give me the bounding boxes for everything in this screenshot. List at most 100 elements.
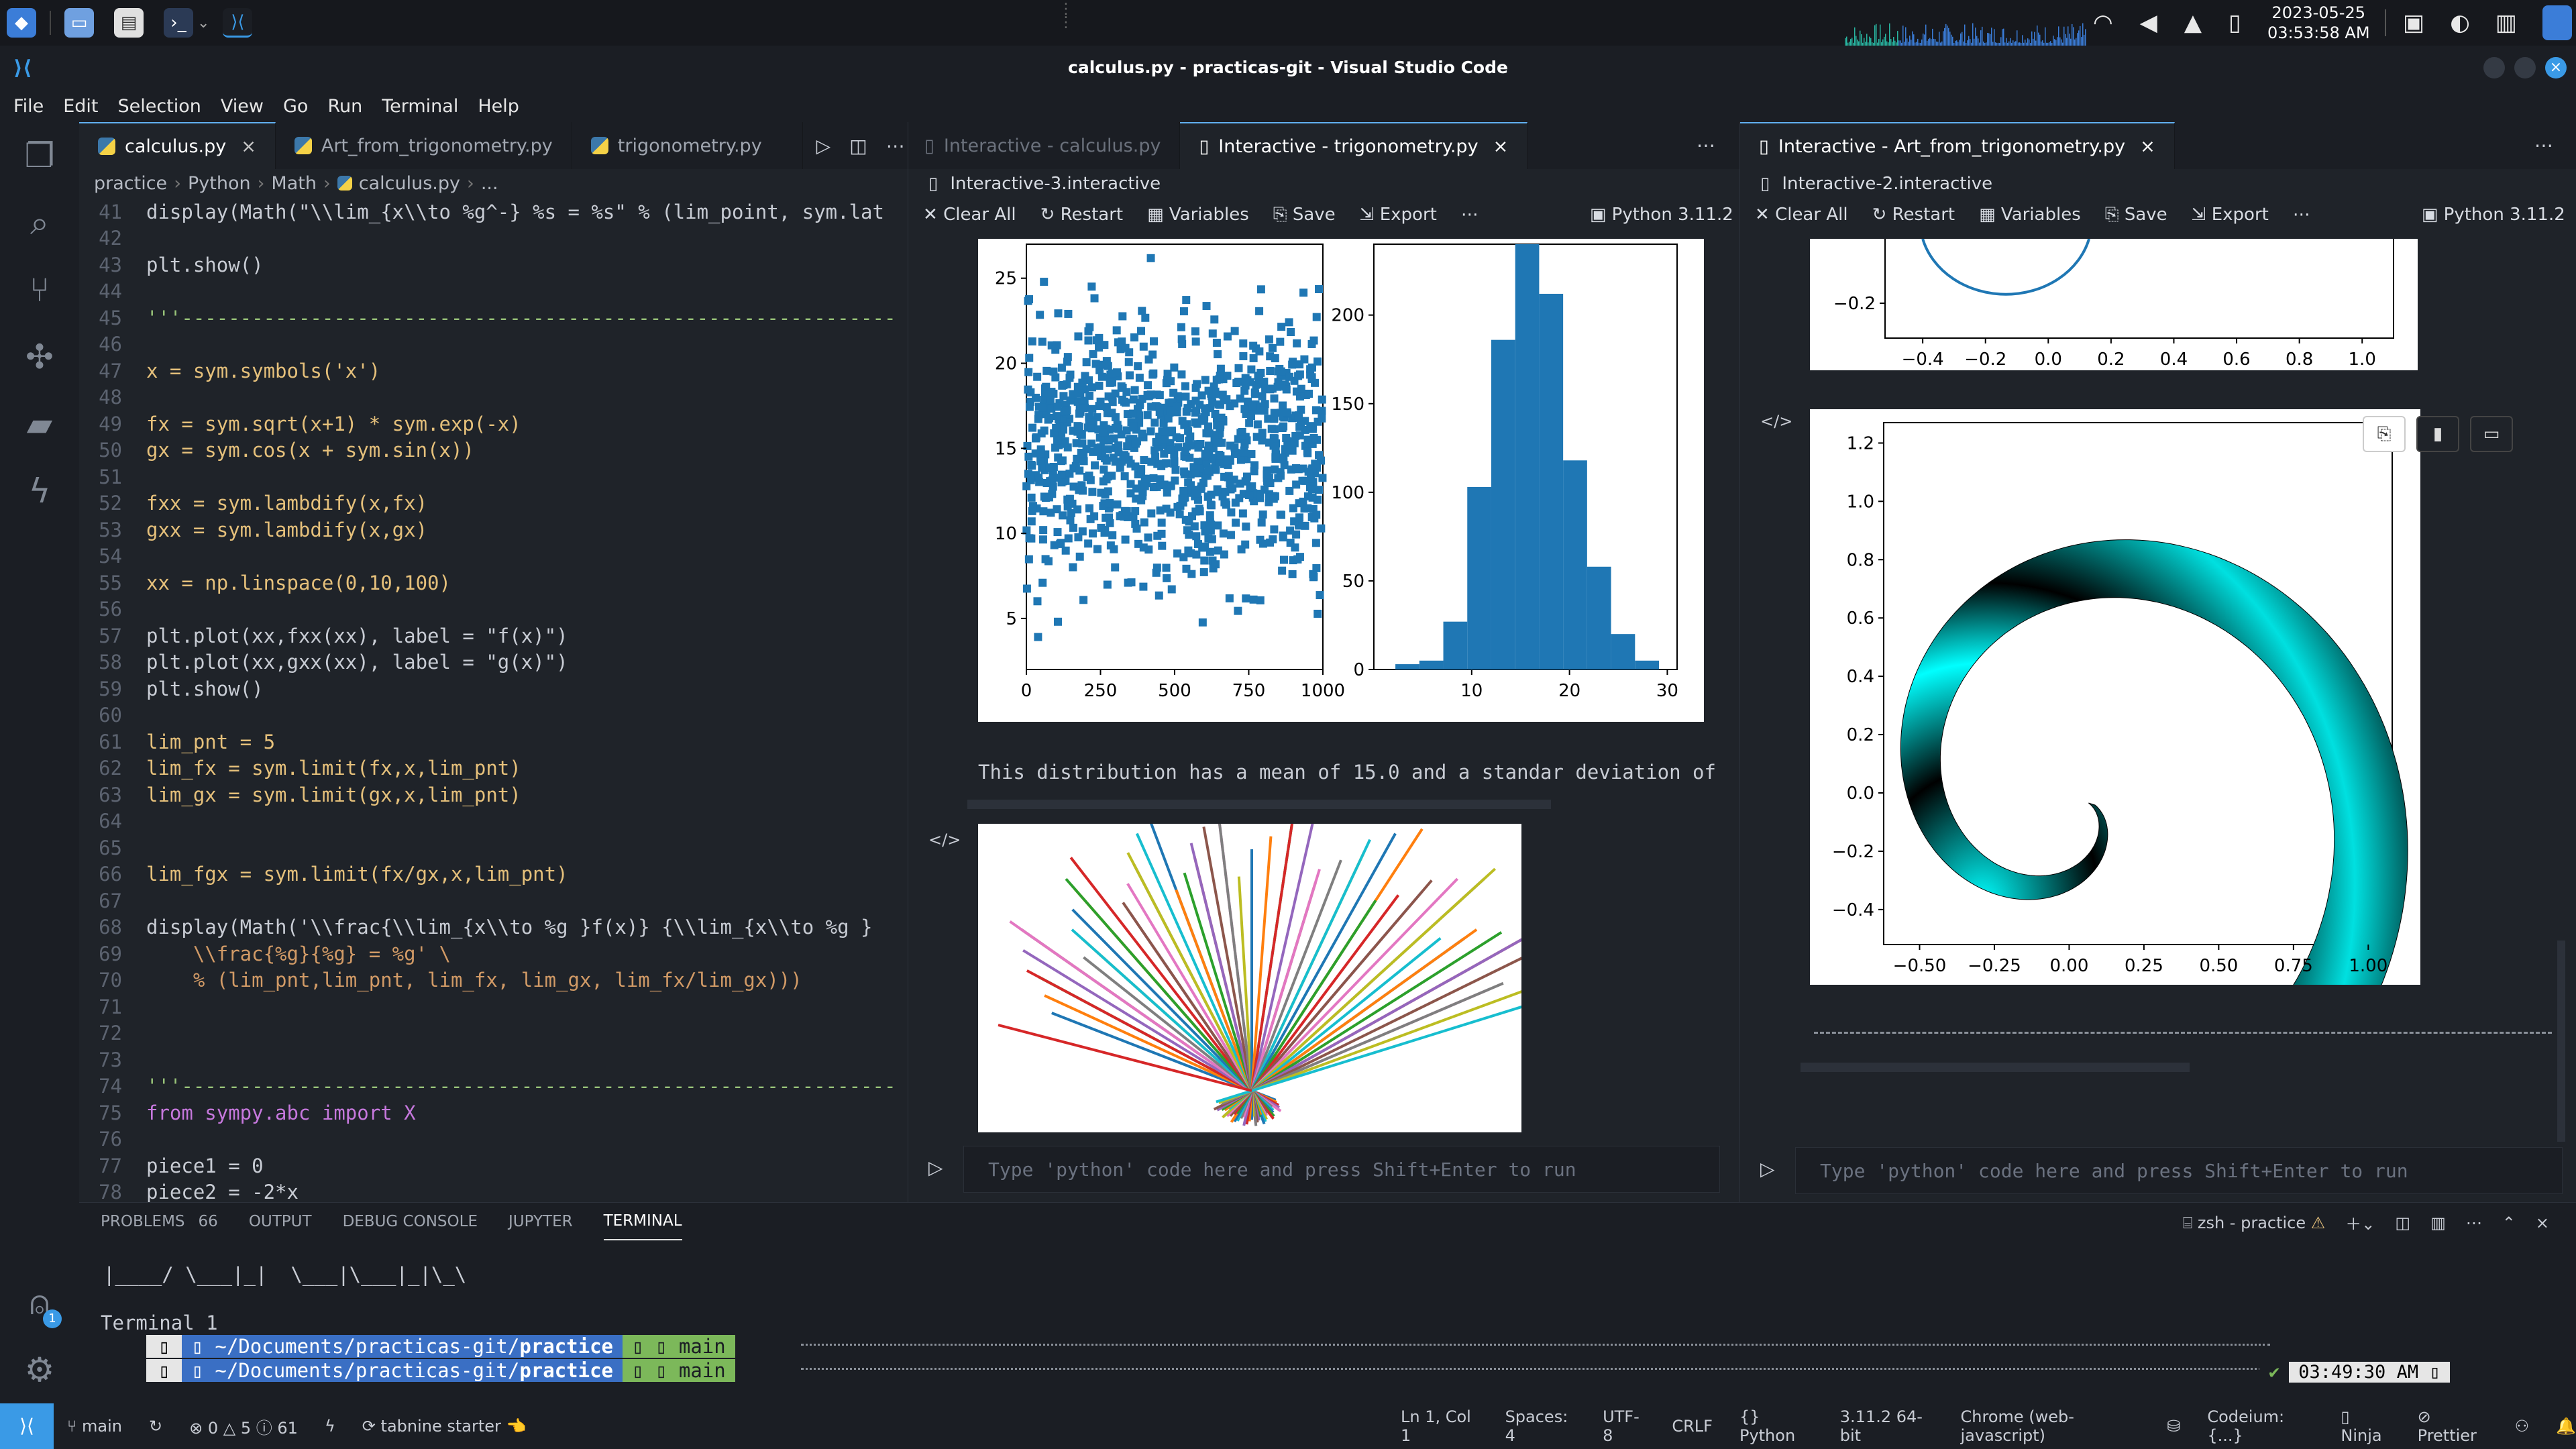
more-actions-icon[interactable]: ⋯ bbox=[886, 135, 905, 157]
close-panel-icon[interactable]: × bbox=[2536, 1214, 2549, 1232]
line-ending[interactable]: CRLF bbox=[1672, 1417, 1713, 1436]
copy-plot-button[interactable]: ⎘ bbox=[2363, 416, 2406, 452]
git-branch[interactable]: ⑂ main bbox=[67, 1417, 122, 1436]
more-icon[interactable]: ⋯ bbox=[2293, 205, 2310, 225]
menu-view[interactable]: View bbox=[221, 96, 264, 117]
search-icon[interactable]: ⌕ bbox=[0, 189, 79, 256]
source-control-icon[interactable]: ⑂ bbox=[0, 256, 79, 323]
tab-trigonometry[interactable]: trigonometry.py bbox=[572, 122, 803, 169]
tab-interactive-trigonometry[interactable]: ▯ Interactive - trigonometry.py × bbox=[1180, 122, 1528, 169]
run-python-icon[interactable]: ▷ bbox=[816, 135, 831, 157]
kill-terminal-icon[interactable]: ▥ bbox=[2430, 1214, 2446, 1232]
tab-output[interactable]: OUTPUT bbox=[249, 1203, 312, 1240]
export-button[interactable]: ⇲ Export bbox=[1360, 205, 1437, 225]
desktop-icon[interactable] bbox=[2542, 5, 2572, 40]
settings-gear-icon[interactable]: ⚙ bbox=[0, 1336, 79, 1403]
restart-button[interactable]: ↻ Restart bbox=[1040, 205, 1124, 225]
tab-calculus[interactable]: calculus.py × bbox=[79, 122, 276, 169]
python-interpreter[interactable]: 3.11.2 64-bit bbox=[1840, 1407, 1934, 1445]
horizontal-scrollbar[interactable] bbox=[967, 800, 1551, 809]
clear-all-button[interactable]: ✕ Clear All bbox=[923, 205, 1016, 225]
tab-interactive-art[interactable]: ▯ Interactive - Art_from_trigonometry.py… bbox=[1740, 122, 2175, 169]
tab-jupyter[interactable]: JUPYTER bbox=[508, 1203, 573, 1240]
breadcrumb-item[interactable]: ... bbox=[481, 173, 498, 194]
database-icon[interactable]: ⛁ bbox=[2167, 1417, 2180, 1436]
extensions-icon[interactable]: ✣ bbox=[0, 323, 79, 390]
close-icon[interactable]: × bbox=[2140, 136, 2155, 157]
breadcrumb-item[interactable]: calculus.py bbox=[359, 173, 460, 194]
restart-button[interactable]: ↻ Restart bbox=[1872, 205, 1955, 225]
docker-icon[interactable]: ▰ bbox=[0, 390, 79, 458]
language-mode[interactable]: {} Python bbox=[1739, 1407, 1813, 1445]
menu-run[interactable]: Run bbox=[327, 96, 362, 117]
save-plot-button[interactable]: ▭ bbox=[2470, 416, 2513, 452]
split-terminal-icon[interactable]: ◫ bbox=[2395, 1214, 2410, 1232]
more-actions-icon[interactable]: ⋯ bbox=[1527, 122, 1739, 169]
tab-debug-console[interactable]: DEBUG CONSOLE bbox=[343, 1203, 478, 1240]
python-input[interactable]: Type 'python' code here and press Shift+… bbox=[1795, 1147, 2563, 1194]
new-terminal-icon[interactable]: ＋⌄ bbox=[2345, 1211, 2375, 1234]
tab-problems[interactable]: PROBLEMS 66 bbox=[101, 1203, 218, 1240]
volume-icon[interactable]: ◀ bbox=[2140, 9, 2157, 36]
breadcrumb-item[interactable]: practice bbox=[94, 173, 167, 194]
menu-edit[interactable]: Edit bbox=[63, 96, 98, 117]
close-icon[interactable]: × bbox=[241, 136, 256, 157]
code-cell-icon[interactable]: </> bbox=[928, 830, 961, 849]
lock-icon[interactable]: ▣ bbox=[2403, 9, 2424, 36]
python-input[interactable]: Type 'python' code here and press Shift+… bbox=[963, 1146, 1720, 1193]
terminal-selector[interactable]: ⌸ zsh - practice ⚠ bbox=[2183, 1214, 2325, 1232]
breadcrumb-item[interactable]: Math bbox=[271, 173, 317, 194]
tab-interactive-calculus[interactable]: ▯ Interactive - calculus.py bbox=[908, 122, 1181, 169]
run-cell-icon[interactable]: ▷ bbox=[1760, 1158, 1775, 1180]
tab-art-from-trigonometry[interactable]: Art_from_trigonometry.py bbox=[276, 122, 572, 169]
encoding[interactable]: UTF-8 bbox=[1603, 1407, 1645, 1445]
account-icon[interactable]: ⍝ bbox=[0, 1269, 79, 1336]
indentation[interactable]: Spaces: 4 bbox=[1505, 1407, 1576, 1445]
feedback-icon[interactable]: ⚇ bbox=[2515, 1417, 2530, 1436]
ninja-status[interactable]: ▯ Ninja bbox=[2341, 1407, 2390, 1445]
codeium-status[interactable]: Codeium: {...} bbox=[2207, 1407, 2314, 1445]
file-manager-icon[interactable]: ▭ bbox=[64, 8, 94, 38]
notifications-icon[interactable]: 🔔 bbox=[2556, 1417, 2576, 1436]
terminal-app-icon[interactable]: ›_ bbox=[164, 8, 193, 38]
maximize-panel-icon[interactable]: ⌃ bbox=[2502, 1214, 2516, 1232]
clear-all-button[interactable]: ✕ Clear All bbox=[1755, 205, 1848, 225]
menu-go[interactable]: Go bbox=[283, 96, 308, 117]
split-editor-icon[interactable]: ◫ bbox=[849, 135, 867, 157]
trash-icon[interactable]: ▥ bbox=[2496, 9, 2517, 36]
vscode-taskbar-icon[interactable]: ⟩⟨ bbox=[223, 8, 253, 38]
close-window-button[interactable]: × bbox=[2545, 57, 2567, 78]
close-icon[interactable]: × bbox=[1493, 136, 1509, 157]
plug-icon[interactable]: ϟ bbox=[325, 1417, 335, 1436]
notifications-icon[interactable]: ▲ bbox=[2184, 9, 2202, 36]
more-actions-icon[interactable]: ⋯ bbox=[2466, 1214, 2482, 1232]
logout-icon[interactable]: ◐ bbox=[2450, 9, 2470, 36]
plot-viewer-button[interactable]: ▮ bbox=[2416, 416, 2459, 452]
run-cell-icon[interactable]: ▷ bbox=[928, 1157, 943, 1179]
bolt-icon[interactable]: ϟ bbox=[0, 458, 79, 525]
breadcrumb-item[interactable]: Python bbox=[188, 173, 251, 194]
variables-button[interactable]: ▦ Variables bbox=[1147, 205, 1249, 225]
tab-terminal[interactable]: TERMINAL bbox=[603, 1203, 682, 1240]
app-launcher-icon[interactable]: ◆ bbox=[7, 8, 36, 38]
more-actions-icon[interactable]: ⋯ bbox=[2175, 122, 2576, 169]
chevron-down-icon[interactable]: ⌄ bbox=[197, 15, 209, 32]
menu-help[interactable]: Help bbox=[478, 96, 519, 117]
sync-icon[interactable]: ↻ bbox=[149, 1417, 162, 1436]
prettier-status[interactable]: ⊘ Prettier bbox=[2418, 1407, 2488, 1445]
problems-summary[interactable]: ⊗ 0 △ 5 ⓘ 61 bbox=[189, 1415, 298, 1438]
variables-button[interactable]: ▦ Variables bbox=[1979, 205, 2081, 225]
code-cell-icon[interactable]: </> bbox=[1760, 412, 1792, 431]
export-button[interactable]: ⇲ Export bbox=[2192, 205, 2269, 225]
terminal-prompts[interactable]: ▯ ▯ ~/Documents/practicas-git/practice ▯… bbox=[101, 1334, 879, 1384]
wifi-icon[interactable]: ◠ bbox=[2093, 9, 2113, 36]
clock[interactable]: 2023-05-25 03:53:58 AM bbox=[2267, 3, 2370, 43]
remote-indicator-icon[interactable]: ⟩⟨ bbox=[0, 1403, 54, 1449]
menu-file[interactable]: File bbox=[13, 96, 44, 117]
more-icon[interactable]: ⋯ bbox=[1461, 205, 1479, 225]
clipboard-icon[interactable]: ▯ bbox=[2229, 9, 2241, 36]
save-button[interactable]: ⎘ Save bbox=[1273, 205, 1336, 225]
tabnine-status[interactable]: ⟳ tabnine starter 👈 bbox=[362, 1417, 527, 1436]
debug-config[interactable]: Chrome (web-javascript) bbox=[1961, 1407, 2141, 1445]
explorer-icon[interactable]: ❐ bbox=[0, 122, 79, 189]
